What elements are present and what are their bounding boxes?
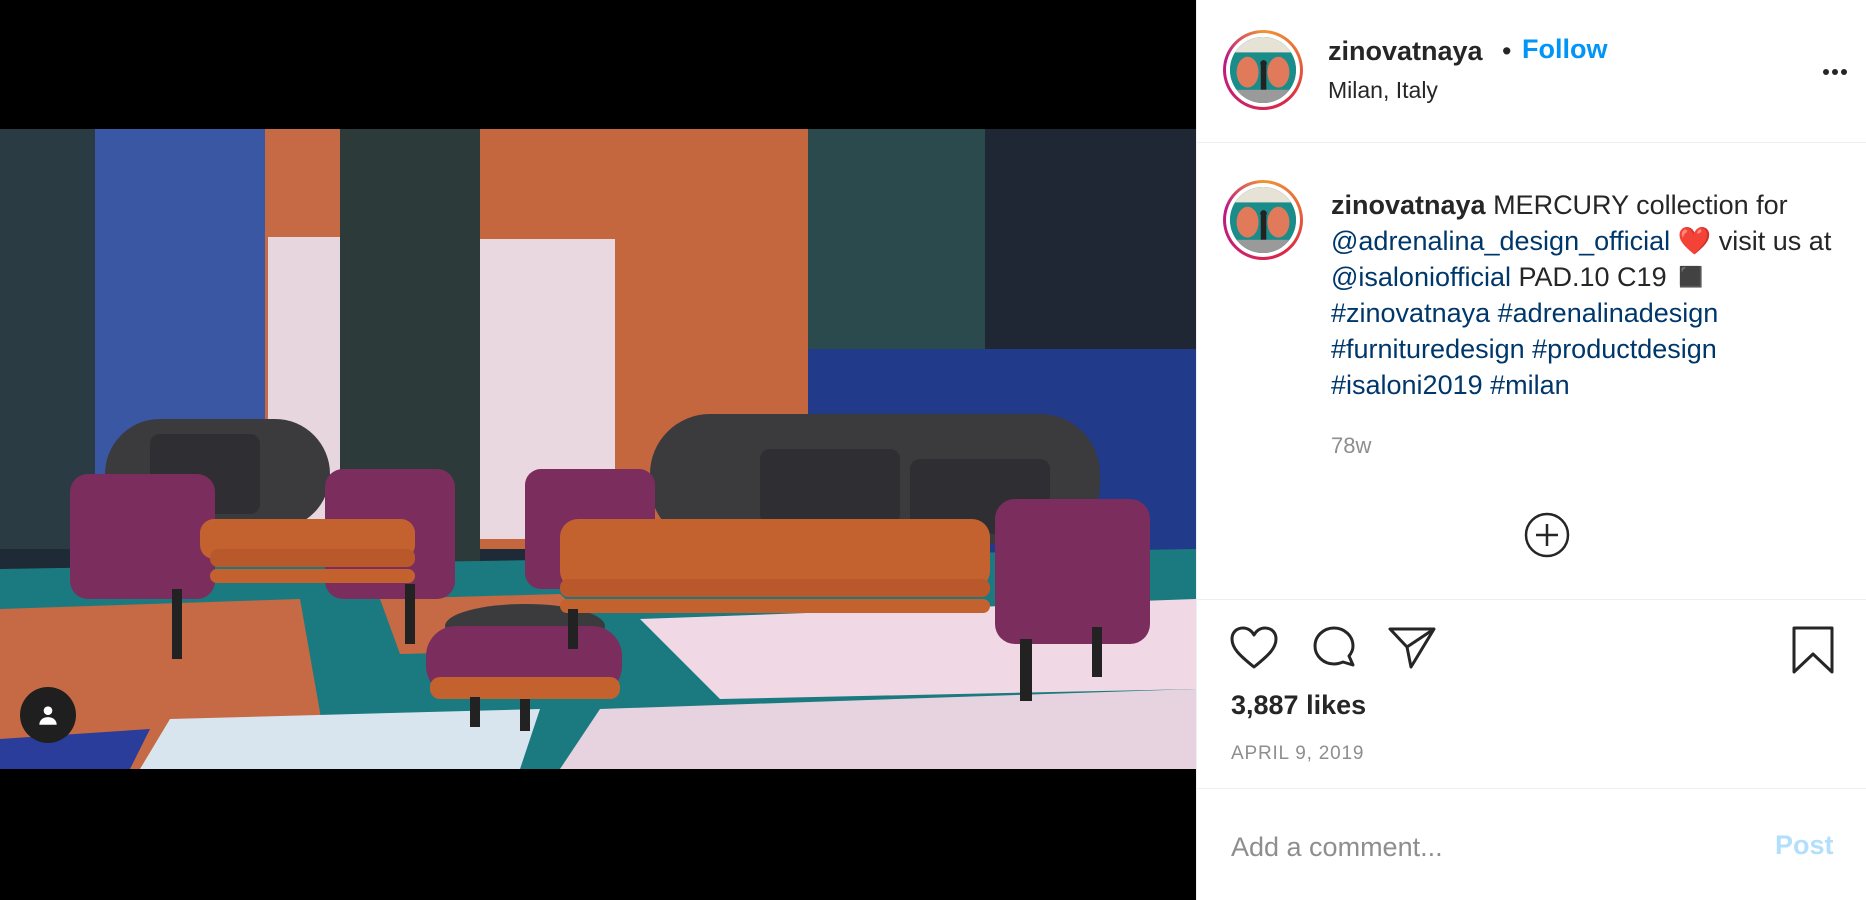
hashtag-link[interactable]: #isaloni2019	[1331, 370, 1483, 400]
author-username[interactable]: zinovatnaya	[1328, 36, 1483, 67]
caption-text: MERCURY collection for	[1485, 190, 1788, 220]
share-button[interactable]	[1387, 625, 1437, 676]
furniture-scene-image	[0, 129, 1196, 769]
comment-icon	[1313, 626, 1355, 667]
caption-author-avatar[interactable]	[1223, 180, 1303, 260]
caption-username[interactable]: zinovatnaya	[1331, 190, 1486, 220]
like-count[interactable]: 3,887 likes	[1231, 690, 1366, 721]
user-tag-icon	[39, 706, 57, 725]
like-button[interactable]	[1229, 625, 1279, 676]
hashtag-link[interactable]: #adrenalinadesign	[1498, 298, 1719, 328]
post-header: zinovatnaya • Follow Milan, Italy	[1197, 0, 1866, 143]
post-photo[interactable]	[0, 129, 1196, 769]
post-caption: zinovatnaya MERCURY collection for @adre…	[1331, 187, 1851, 403]
caption-text: visit us at	[1718, 226, 1832, 256]
hashtag-link[interactable]: #zinovatnaya	[1331, 298, 1490, 328]
heart-icon	[1230, 626, 1278, 669]
hashtag-link[interactable]: #milan	[1490, 370, 1570, 400]
separator-dot: •	[1502, 36, 1512, 66]
avatar-image	[1230, 187, 1296, 253]
mention-link[interactable]: @adrenalina_design_official	[1331, 226, 1670, 256]
post-location[interactable]: Milan, Italy	[1328, 77, 1438, 104]
bookmark-icon	[1792, 626, 1834, 674]
mention-link[interactable]: @isaloniofficial	[1331, 262, 1511, 292]
caption-section: zinovatnaya MERCURY collection for @adre…	[1197, 143, 1866, 600]
avatar-image	[1230, 37, 1296, 103]
share-icon	[1388, 627, 1436, 669]
more-options-button[interactable]	[1815, 60, 1855, 84]
load-more-comments-button[interactable]	[1523, 511, 1571, 559]
save-button[interactable]	[1791, 625, 1835, 680]
hashtag-link[interactable]: #furnituredesign	[1331, 334, 1525, 364]
plus-circle-icon	[1524, 512, 1570, 558]
comment-button[interactable]	[1309, 625, 1359, 678]
more-horizontal-icon	[1823, 69, 1847, 75]
post-media	[0, 0, 1196, 900]
author-avatar[interactable]	[1223, 30, 1303, 110]
comment-form: Post	[1197, 788, 1866, 900]
post-comment-button[interactable]: Post	[1775, 830, 1834, 861]
caption-text: PAD.10 C19 ◼️	[1511, 262, 1708, 292]
heart-emoji: ❤️	[1670, 226, 1719, 256]
post-side-panel: zinovatnaya • Follow Milan, Italy zinova…	[1196, 0, 1866, 900]
caption-age[interactable]: 78w	[1331, 433, 1371, 459]
post-date[interactable]: APRIL 9, 2019	[1231, 743, 1364, 765]
comment-input[interactable]	[1231, 829, 1731, 865]
follow-button[interactable]: Follow	[1522, 34, 1607, 65]
user-tag-button[interactable]	[20, 687, 76, 743]
hashtag-link[interactable]: #productdesign	[1532, 334, 1717, 364]
